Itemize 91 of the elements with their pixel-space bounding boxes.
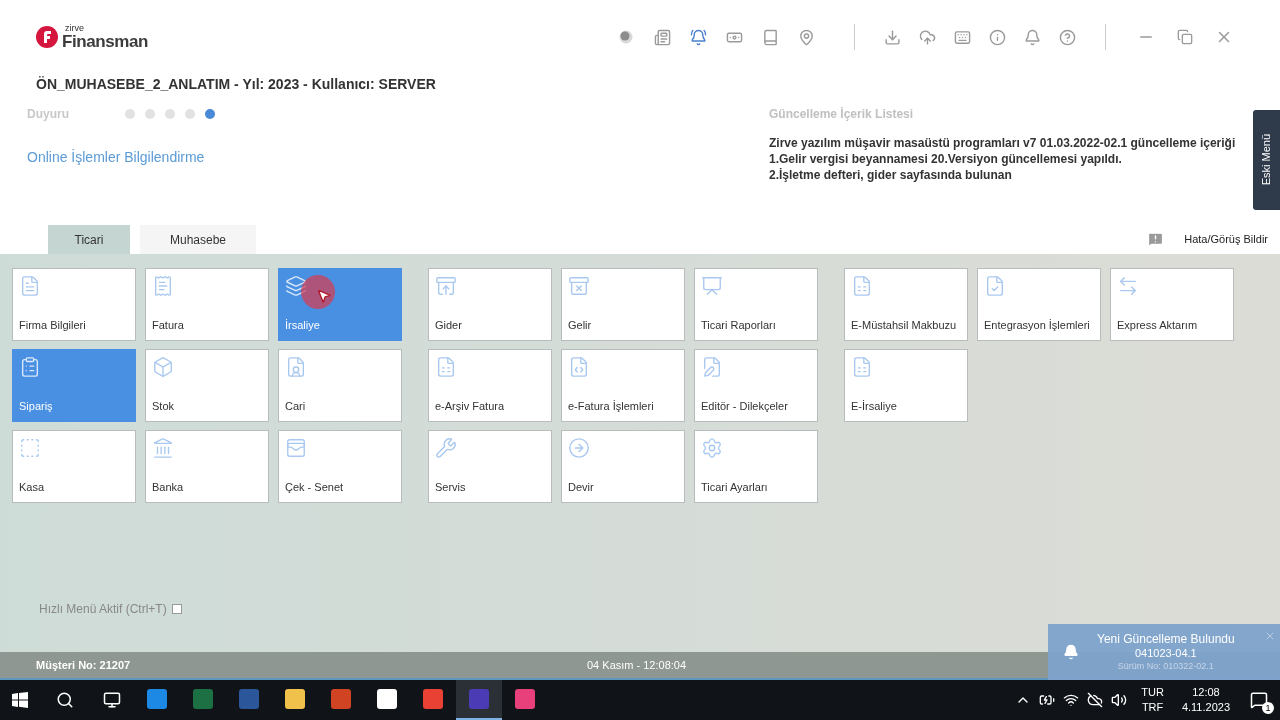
notification-icon[interactable]	[1250, 691, 1268, 709]
menu-tile[interactable]: Kasa	[12, 430, 136, 503]
update-list-title: Güncelleme İçerik Listesi	[769, 106, 915, 123]
tile-icon	[568, 275, 590, 297]
toolbar-icon[interactable]	[762, 28, 779, 46]
toolbar-icon[interactable]	[989, 28, 1006, 46]
toolbar-icon[interactable]	[1059, 28, 1076, 46]
menu-tile[interactable]: Cari	[278, 349, 402, 422]
clock-date[interactable]: 4.11.2023	[1181, 700, 1230, 715]
tile-icon	[285, 275, 307, 297]
toolbar-icon[interactable]	[1024, 28, 1041, 46]
tile-icon	[701, 437, 723, 459]
menu-tile[interactable]: Express Aktarım	[1110, 268, 1234, 341]
tile-icon	[152, 356, 174, 378]
toast-current-version: Sürüm No: 010322-02.1	[1117, 660, 1214, 672]
sphere-icon[interactable]	[619, 30, 633, 44]
toolbar-icon[interactable]	[690, 28, 707, 46]
toolbar-icon[interactable]	[654, 28, 671, 46]
menu-tile[interactable]: E-Müstahsil Makbuzu	[844, 268, 968, 341]
tile-icon	[984, 275, 1006, 297]
tile-icon	[568, 437, 590, 459]
taskbar-app[interactable]	[456, 680, 502, 720]
window-title: ÖN_MUHASEBE_2_ANLATIM - Yıl: 2023 - Kullanıcı: SERVER	[35, 75, 437, 94]
customer-number: Müşteri No: 21207	[36, 657, 132, 673]
restore-icon[interactable]	[1177, 29, 1193, 45]
bell-icon	[1063, 644, 1079, 660]
update-line: 2.İşletme defteri, gider sayfasında bulunan	[769, 167, 1013, 183]
search-icon[interactable]	[56, 691, 74, 709]
feedback-link[interactable]: Hata/Görüş Bildir	[1184, 231, 1268, 248]
clock-time[interactable]: 12:08	[1192, 685, 1220, 700]
notification-badge: 1	[1262, 702, 1274, 714]
menu-tile[interactable]: Fatura	[145, 268, 269, 341]
close-icon[interactable]	[1264, 630, 1276, 642]
menu-tile[interactable]: Stok	[145, 349, 269, 422]
menu-tile[interactable]: Gider	[428, 268, 552, 341]
tile-icon	[435, 356, 457, 378]
update-line: 1.Gelir vergisi beyannamesi 20.Versiyon güncellemesi yapıldı.	[769, 151, 1123, 167]
menu-tile[interactable]: e-Arşiv Fatura	[428, 349, 552, 422]
tile-icon	[701, 356, 723, 378]
tile-icon	[851, 275, 873, 297]
menu-tile[interactable]: E-İrsaliye	[844, 349, 968, 422]
toast-title: Yeni Güncelleme Bulundu	[1097, 632, 1235, 647]
tab[interactable]: Ticari	[48, 225, 130, 254]
tile-icon	[435, 275, 457, 297]
tile-icon	[701, 275, 723, 297]
cloud-icon[interactable]	[1087, 692, 1104, 708]
start-icon[interactable]	[12, 692, 28, 708]
logo-icon	[36, 26, 58, 48]
menu-tile[interactable]: Ticari Ayarları	[694, 430, 818, 503]
menu-tile[interactable]: Gelir	[561, 268, 685, 341]
menu-tile[interactable]: Firma Bilgileri	[12, 268, 136, 341]
tab[interactable]: Muhasebe	[140, 225, 256, 254]
language-indicator[interactable]: TUR	[1141, 685, 1164, 700]
menu-tile[interactable]: Banka	[145, 430, 269, 503]
tile-icon	[152, 437, 174, 459]
tile-icon	[19, 275, 41, 297]
logo-caption: zirve	[65, 24, 85, 33]
volume-icon[interactable]	[1111, 692, 1128, 708]
tile-icon	[285, 356, 307, 378]
menu-tile[interactable]: Devir	[561, 430, 685, 503]
toolbar-icon[interactable]	[884, 28, 901, 46]
tile-icon	[285, 437, 307, 459]
update-line: Zirve yazılım müşavir masaüstü programları v7 01.03.2022-02.1 güncelleme içeriği	[769, 135, 1236, 151]
menu-tile[interactable]: Çek - Senet	[278, 430, 402, 503]
quick-menu-label: Hızlı Menü Aktif (Ctrl+T)	[39, 601, 167, 618]
feedback-icon[interactable]	[1147, 231, 1165, 248]
keyboard-layout[interactable]: TRF	[1141, 700, 1164, 715]
tile-icon	[568, 356, 590, 378]
menu-tile[interactable]: Ticari Raporları	[694, 268, 818, 341]
tile-icon	[435, 437, 457, 459]
toolbar-icon[interactable]	[954, 28, 971, 46]
menu-tile[interactable]: Servis	[428, 430, 552, 503]
tile-icon	[19, 437, 41, 459]
tile-icon	[851, 356, 873, 378]
tile-icon	[19, 356, 41, 378]
menu-tile[interactable]: Entegrasyon İşlemleri	[977, 268, 1101, 341]
mouse-cursor-icon	[301, 275, 335, 309]
quick-menu-checkbox[interactable]	[171, 604, 182, 614]
battery-icon[interactable]	[1039, 692, 1056, 708]
toolbar-icon[interactable]	[919, 28, 936, 46]
toast-version: 041023-04.1	[1134, 647, 1197, 661]
side-menu-tab[interactable]: Eski Menü	[1253, 110, 1280, 210]
logo-text: Finansman	[62, 33, 148, 50]
tile-icon	[1117, 275, 1139, 297]
toolbar-icon[interactable]	[798, 28, 815, 46]
menu-tile[interactable]: e-Fatura İşlemleri	[561, 349, 685, 422]
menu-tile[interactable]: Editör - Dilekçeler	[694, 349, 818, 422]
task-view-icon[interactable]	[103, 691, 121, 709]
status-datetime: 04 Kasım - 12:08:04	[587, 657, 687, 673]
tile-icon	[152, 275, 174, 297]
wifi-icon[interactable]	[1063, 692, 1080, 708]
